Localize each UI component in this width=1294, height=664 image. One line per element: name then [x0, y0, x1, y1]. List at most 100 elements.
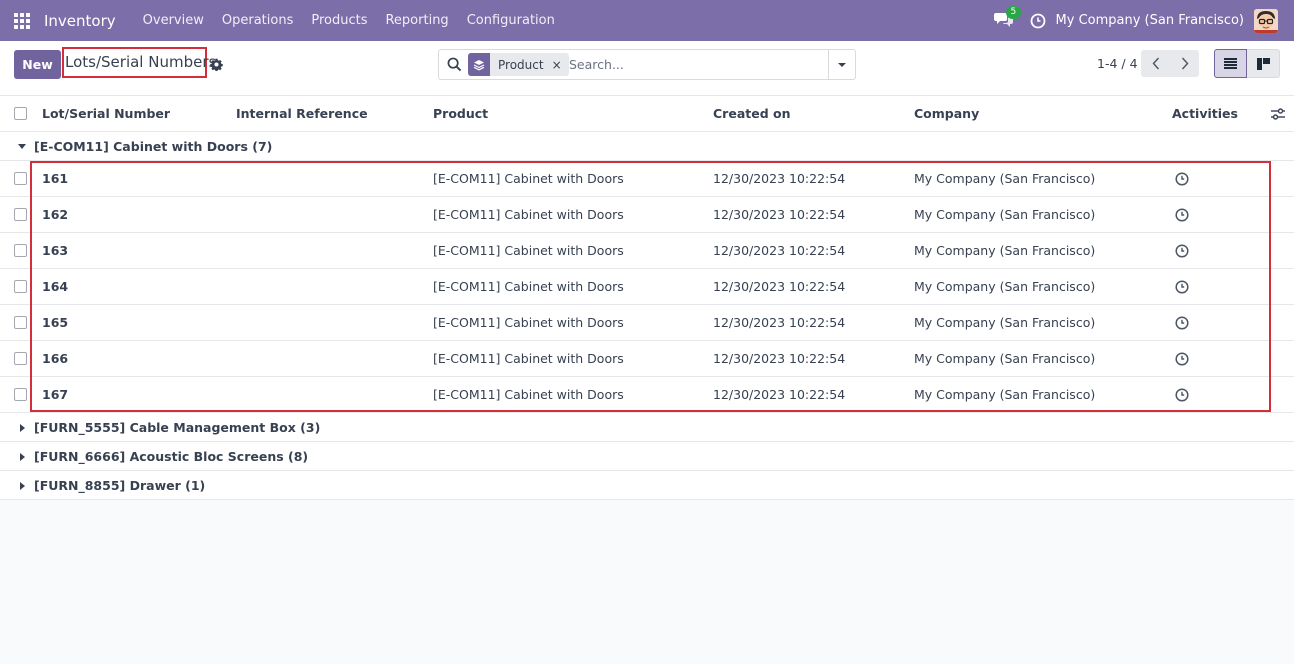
- lots-list-table: Lot/Serial Number Internal Reference Pro…: [0, 96, 1294, 500]
- table-row[interactable]: 166 [E-COM11] Cabinet with Doors 12/30/2…: [0, 341, 1294, 377]
- cell-lot: 161: [42, 171, 69, 186]
- table-row[interactable]: 165 [E-COM11] Cabinet with Doors 12/30/2…: [0, 305, 1294, 341]
- cell-product: [E-COM11] Cabinet with Doors: [433, 279, 624, 294]
- activity-clock-icon[interactable]: [1175, 352, 1189, 366]
- pager-previous-button[interactable]: [1141, 50, 1170, 77]
- cell-created-on: 12/30/2023 10:22:54: [713, 207, 846, 222]
- cell-created-on: 12/30/2023 10:22:54: [713, 243, 846, 258]
- row-checkbox[interactable]: [14, 280, 27, 293]
- app-name[interactable]: Inventory: [44, 12, 116, 30]
- apps-menu-button[interactable]: [0, 0, 44, 41]
- cell-created-on: 12/30/2023 10:22:54: [713, 279, 846, 294]
- cell-product: [E-COM11] Cabinet with Doors: [433, 207, 624, 222]
- new-button[interactable]: New: [14, 50, 61, 79]
- row-checkbox[interactable]: [14, 316, 27, 329]
- menu-products[interactable]: Products: [302, 0, 376, 41]
- activity-clock-icon[interactable]: [1175, 280, 1189, 294]
- row-checkbox[interactable]: [14, 352, 27, 365]
- column-created-on[interactable]: Created on: [713, 96, 791, 132]
- facet-remove-button[interactable]: ×: [552, 58, 569, 72]
- group-label: [E-COM11] Cabinet with Doors (7): [34, 139, 273, 154]
- activity-clock-icon[interactable]: [1175, 244, 1189, 258]
- cell-company: My Company (San Francisco): [914, 279, 1096, 294]
- cell-lot: 167: [42, 387, 69, 402]
- kanban-view-icon: [1256, 57, 1270, 70]
- control-panel: New Lots/Serial Numbers Product × Search…: [0, 41, 1294, 96]
- caret-down-icon: [18, 144, 26, 149]
- table-row[interactable]: 161 [E-COM11] Cabinet with Doors 12/30/2…: [0, 161, 1294, 197]
- group-row-furn-5555[interactable]: [FURN_5555] Cable Management Box (3): [0, 413, 1294, 442]
- cell-product: [E-COM11] Cabinet with Doors: [433, 243, 624, 258]
- select-all-checkbox[interactable]: [14, 107, 27, 120]
- list-view-icon: [1224, 58, 1237, 69]
- kanban-view-button[interactable]: [1247, 49, 1280, 78]
- group-label: [FURN_6666] Acoustic Bloc Screens (8): [34, 449, 309, 464]
- top-navbar: Inventory Overview Operations Products R…: [0, 0, 1294, 41]
- column-product[interactable]: Product: [433, 96, 488, 132]
- row-checkbox[interactable]: [14, 244, 27, 257]
- apps-grid-icon: [14, 12, 30, 29]
- group-row-e-com11[interactable]: [E-COM11] Cabinet with Doors (7): [0, 132, 1294, 161]
- activity-clock-icon[interactable]: [1175, 208, 1189, 222]
- activity-clock-icon[interactable]: [1175, 388, 1189, 402]
- cell-company: My Company (San Francisco): [914, 387, 1096, 402]
- menu-configuration[interactable]: Configuration: [458, 0, 564, 41]
- activity-clock-icon[interactable]: [1175, 172, 1189, 186]
- row-checkbox[interactable]: [14, 172, 27, 185]
- table-row[interactable]: 163 [E-COM11] Cabinet with Doors 12/30/2…: [0, 233, 1294, 269]
- menu-overview[interactable]: Overview: [134, 0, 213, 41]
- cell-created-on: 12/30/2023 10:22:54: [713, 171, 846, 186]
- column-internal-reference[interactable]: Internal Reference: [236, 96, 368, 132]
- caret-right-icon: [20, 482, 25, 490]
- activity-clock-icon[interactable]: [1175, 316, 1189, 330]
- group-label: [FURN_8855] Drawer (1): [34, 478, 206, 493]
- row-checkbox[interactable]: [14, 208, 27, 221]
- caret-down-icon: [838, 62, 846, 67]
- cell-product: [E-COM11] Cabinet with Doors: [433, 171, 624, 186]
- page-title: Lots/Serial Numbers: [62, 47, 216, 78]
- column-company[interactable]: Company: [914, 96, 979, 132]
- caret-right-icon: [20, 424, 25, 432]
- user-avatar[interactable]: [1254, 8, 1278, 33]
- cell-company: My Company (San Francisco): [914, 315, 1096, 330]
- table-row[interactable]: 162 [E-COM11] Cabinet with Doors 12/30/2…: [0, 197, 1294, 233]
- gear-icon[interactable]: [210, 58, 223, 72]
- column-lot-serial-number[interactable]: Lot/Serial Number: [42, 96, 170, 132]
- search-options-toggle[interactable]: [828, 50, 855, 79]
- group-row-furn-8855[interactable]: [FURN_8855] Drawer (1): [0, 471, 1294, 500]
- cell-created-on: 12/30/2023 10:22:54: [713, 315, 846, 330]
- table-header: Lot/Serial Number Internal Reference Pro…: [0, 96, 1294, 132]
- cell-lot: 165: [42, 315, 69, 330]
- chat-count-badge: 5: [1005, 5, 1022, 19]
- chevron-right-icon: [1181, 57, 1188, 70]
- cell-lot: 166: [42, 351, 69, 366]
- menu-reporting[interactable]: Reporting: [376, 0, 457, 41]
- company-switcher[interactable]: My Company (San Francisco): [1056, 13, 1244, 28]
- search-facet-product: Product ×: [468, 53, 569, 76]
- clock-icon[interactable]: [1030, 13, 1046, 29]
- row-checkbox[interactable]: [14, 388, 27, 401]
- group-rows-e-com11: 161 [E-COM11] Cabinet with Doors 12/30/2…: [0, 161, 1294, 413]
- pager-next-button[interactable]: [1170, 50, 1199, 77]
- sliders-icon[interactable]: [1271, 107, 1285, 121]
- search-input[interactable]: [569, 54, 824, 75]
- cell-created-on: 12/30/2023 10:22:54: [713, 387, 846, 402]
- chat-bubbles-icon[interactable]: 5: [993, 5, 1022, 32]
- layers-icon: [468, 53, 490, 76]
- cell-company: My Company (San Francisco): [914, 351, 1096, 366]
- table-row[interactable]: 164 [E-COM11] Cabinet with Doors 12/30/2…: [0, 269, 1294, 305]
- list-view-button[interactable]: [1214, 49, 1247, 78]
- cell-created-on: 12/30/2023 10:22:54: [713, 351, 846, 366]
- search-icon: [447, 57, 462, 72]
- cell-product: [E-COM11] Cabinet with Doors: [433, 351, 624, 366]
- menu-operations[interactable]: Operations: [213, 0, 302, 41]
- column-activities[interactable]: Activities: [1172, 96, 1238, 132]
- cell-product: [E-COM11] Cabinet with Doors: [433, 315, 624, 330]
- pager-value[interactable]: 1-4 / 4: [1097, 56, 1138, 71]
- group-row-furn-6666[interactable]: [FURN_6666] Acoustic Bloc Screens (8): [0, 442, 1294, 471]
- chevron-left-icon: [1152, 57, 1159, 70]
- cell-company: My Company (San Francisco): [914, 207, 1096, 222]
- cell-company: My Company (San Francisco): [914, 171, 1096, 186]
- cell-lot: 163: [42, 243, 69, 258]
- table-row[interactable]: 167 [E-COM11] Cabinet with Doors 12/30/2…: [0, 377, 1294, 413]
